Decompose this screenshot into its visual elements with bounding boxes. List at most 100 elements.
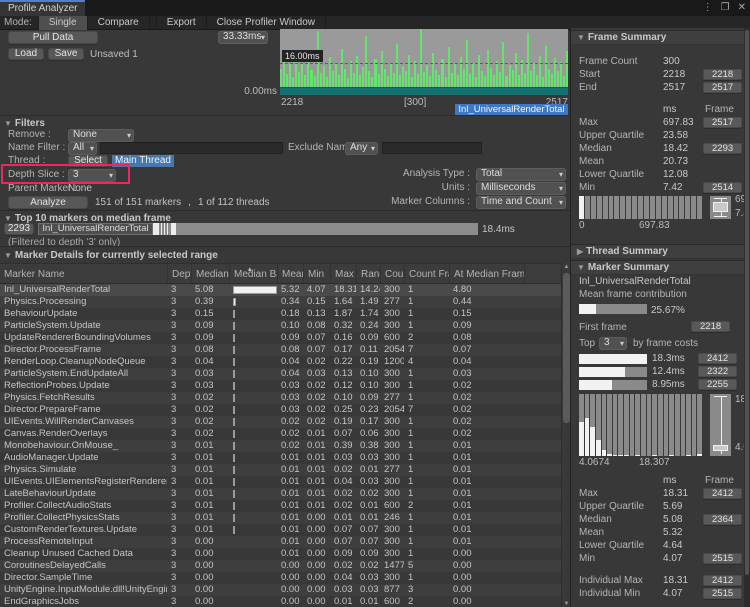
- column-header-max[interactable]: Max: [330, 264, 356, 283]
- column-header-at-median-frame[interactable]: At Median Frame: [449, 264, 524, 283]
- table-row[interactable]: Physics.Simulate30.010.010.010.020.01277…: [0, 464, 561, 476]
- table-row[interactable]: Profiler.CollectPhysicsStats30.010.010.0…: [0, 512, 561, 524]
- frame-summary-header[interactable]: ▼ Frame Summary: [571, 30, 744, 45]
- table-row[interactable]: AudioManager.Update30.010.010.010.030.03…: [0, 452, 561, 464]
- pull-data-button[interactable]: Pull Data: [8, 31, 98, 44]
- frame-button[interactable]: 2293: [703, 143, 742, 154]
- save-button[interactable]: Save: [48, 48, 84, 60]
- kebab-menu-icon[interactable]: ⋮: [703, 3, 713, 13]
- scrollbar-thumb[interactable]: [563, 273, 570, 423]
- name-filter-input[interactable]: [100, 142, 283, 154]
- load-button[interactable]: Load: [8, 48, 44, 60]
- table-row[interactable]: Profiler.CollectAudioStats30.010.010.010…: [0, 500, 561, 512]
- column-header-depth[interactable]: Depth: [167, 264, 191, 283]
- median-frame-button[interactable]: 2293: [4, 223, 34, 235]
- table-row[interactable]: LateBehaviourUpdate30.010.010.010.020.02…: [0, 488, 561, 500]
- column-header-median-bar[interactable]: Median Bar▴: [229, 264, 277, 283]
- remove-dropdown[interactable]: None▾: [68, 129, 134, 142]
- marker-columns-dropdown[interactable]: Time and Count▾: [476, 196, 566, 209]
- table-row[interactable]: BehaviourUpdate30.150.180.131.871.743001…: [0, 308, 561, 320]
- table-row[interactable]: UIEvents.WillRenderCanvases30.020.020.02…: [0, 416, 561, 428]
- marker-summary-header[interactable]: ▼ Marker Summary: [571, 260, 744, 275]
- frame-time-graph[interactable]: 16.00ms: [280, 29, 568, 95]
- frame-button[interactable]: 2322: [698, 366, 737, 377]
- table-row[interactable]: RenderLoop.CleanupNodeQueue30.040.040.02…: [0, 356, 561, 368]
- cell: 1: [404, 440, 449, 452]
- name-filter-mode-dropdown[interactable]: All▾: [68, 142, 97, 155]
- table-row[interactable]: ParticleSystem.Update30.090.100.080.320.…: [0, 320, 561, 332]
- table-row[interactable]: ProcessRemoteInput30.000.010.000.070.073…: [0, 536, 561, 548]
- table-row[interactable]: Director.PrepareFrame30.020.030.020.250.…: [0, 404, 561, 416]
- analysis-type-dropdown[interactable]: Total▾: [476, 168, 566, 181]
- table-row[interactable]: Inl_UniversalRenderTotal35.085.324.0718.…: [0, 284, 561, 296]
- first-frame-button[interactable]: 2218: [691, 321, 730, 332]
- histogram-bar: [697, 394, 702, 456]
- filters-header[interactable]: ▼Filters: [4, 118, 45, 129]
- table-row[interactable]: Physics.Processing30.390.340.151.641.492…: [0, 296, 561, 308]
- marker-details-header[interactable]: ▼Marker Details for currently selected r…: [4, 250, 218, 261]
- frame-button[interactable]: 2255: [698, 379, 737, 390]
- summary-marker-name: Inl_UniversalRenderTotal: [579, 276, 691, 287]
- cell: 0.01: [330, 596, 356, 607]
- table-row[interactable]: Canvas.RenderOverlays30.020.020.010.070.…: [0, 428, 561, 440]
- top-n-dropdown[interactable]: 3▾: [599, 337, 627, 350]
- frame-button[interactable]: 2515: [703, 588, 742, 599]
- marker-summary-stats: msFrameMax18.312412Upper Quartile5.69Med…: [571, 474, 744, 600]
- frame-button[interactable]: 2218: [703, 69, 742, 80]
- table-row[interactable]: UIEvents.UIElementsRegisterRenderers30.0…: [0, 476, 561, 488]
- table-row[interactable]: Monobehaviour.OnMouse_30.010.020.010.390…: [0, 440, 561, 452]
- stat-row: Individual Min4.072515: [571, 587, 744, 600]
- cell: [524, 488, 561, 500]
- column-header-label: Max: [335, 269, 354, 280]
- cell: CustomRenderTextures.Update: [0, 524, 167, 536]
- table-row[interactable]: ParticleSystem.EndUpdateAll30.030.040.03…: [0, 368, 561, 380]
- column-header-marker-name[interactable]: Marker Name: [0, 264, 167, 283]
- cell: 0.01: [303, 488, 330, 500]
- column-header-median[interactable]: Median: [191, 264, 229, 283]
- column-header-range[interactable]: Range: [356, 264, 380, 283]
- cell: [524, 284, 561, 296]
- top10-bar[interactable]: Inl_UniversalRenderTotal: [38, 223, 478, 235]
- frame-button[interactable]: 2517: [703, 82, 742, 93]
- column-header-mean[interactable]: Mean: [277, 264, 303, 283]
- frame-button[interactable]: 2515: [703, 553, 742, 564]
- table-row[interactable]: Cleanup Unused Cached Data30.000.010.000…: [0, 548, 561, 560]
- tab-profile-analyzer[interactable]: Profile Analyzer: [0, 0, 85, 16]
- units-dropdown[interactable]: Milliseconds▾: [476, 182, 566, 195]
- table-row[interactable]: Director.SampleTime30.000.000.000.040.03…: [0, 572, 561, 584]
- marker-table-body: Inl_UniversalRenderTotal35.085.324.0718.…: [0, 284, 561, 607]
- interval-dropdown[interactable]: 33.33ms ▾: [218, 31, 268, 44]
- table-row[interactable]: Physics.FetchResults30.020.030.020.100.0…: [0, 392, 561, 404]
- table-scrollbar[interactable]: ▲ ▼: [561, 263, 570, 607]
- maximize-icon[interactable]: ❐: [721, 3, 730, 13]
- exclude-names-dropdown[interactable]: Any▾: [345, 142, 378, 155]
- table-row[interactable]: UpdateRendererBoundingVolumes30.090.090.…: [0, 332, 561, 344]
- table-row[interactable]: ReflectionProbes.Update30.030.030.020.12…: [0, 380, 561, 392]
- exclude-names-input[interactable]: [382, 142, 482, 154]
- table-row[interactable]: CustomRenderTextures.Update30.010.010.00…: [0, 524, 561, 536]
- cell: 3: [167, 476, 191, 488]
- histogram-bar-highlight: [697, 454, 702, 456]
- table-row[interactable]: Director.ProcessFrame30.080.080.070.170.…: [0, 344, 561, 356]
- column-header-count[interactable]: Count: [380, 264, 404, 283]
- cell: 2054: [380, 344, 404, 356]
- frame-button[interactable]: 2364: [703, 514, 742, 525]
- scrollbar-thumb[interactable]: [745, 30, 749, 575]
- frame-button[interactable]: 2412: [698, 353, 737, 364]
- frame-histogram: [579, 196, 702, 219]
- thread-summary-header[interactable]: ▶ Thread Summary: [571, 244, 744, 259]
- table-row[interactable]: CoroutinesDelayedCalls30.000.000.000.020…: [0, 560, 561, 572]
- column-header-count-frame[interactable]: Count Frame: [404, 264, 449, 283]
- frame-button[interactable]: 2412: [703, 575, 742, 586]
- column-header-min[interactable]: Min: [303, 264, 330, 283]
- cell: 0.00: [449, 560, 524, 572]
- stat-value: 4.07: [663, 588, 701, 599]
- table-row[interactable]: UnityEngine.InputModule.dll!UnityEngineI…: [0, 584, 561, 596]
- frame-button[interactable]: 2517: [703, 117, 742, 128]
- frame-button[interactable]: 2514: [703, 182, 742, 193]
- right-panel-scrollbar[interactable]: [744, 28, 750, 607]
- table-row[interactable]: EndGraphicsJobs30.000.000.000.010.016002…: [0, 596, 561, 607]
- close-icon[interactable]: ✕: [738, 3, 746, 13]
- cell: Monobehaviour.OnMouse_: [0, 440, 167, 452]
- frame-button[interactable]: 2412: [703, 488, 742, 499]
